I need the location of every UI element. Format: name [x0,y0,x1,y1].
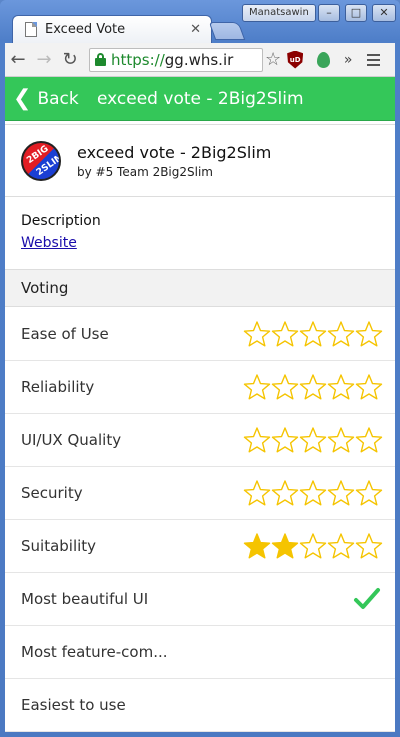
star-outline-icon[interactable] [327,320,355,348]
star-outline-icon[interactable] [299,373,327,401]
page-icon [25,22,37,37]
star-outline-icon[interactable] [355,320,383,348]
team-logo: 2BIG 2SLIM [21,140,61,181]
project-team: by #5 Team 2Big2Slim [77,164,213,179]
checkmark-icon [354,588,380,609]
tab-title: Exceed Vote [45,22,126,37]
url-text: https://gg.whs.ir [111,50,234,69]
star-outline-icon[interactable] [271,426,299,454]
star-rating [243,532,383,560]
description-block: Description Website [5,197,395,270]
description-label: Description [21,213,101,229]
project-name: exceed vote - 2Big2Slim [77,142,272,162]
browser-toolbar: ← → ↻ https://gg.whs.ir ☆ uD » [5,43,395,77]
star-filled-icon[interactable] [271,532,299,560]
criteria-row[interactable]: Easiest to use [5,679,395,732]
extensions-overflow-icon[interactable]: » [337,52,359,68]
tab-close-icon[interactable]: ✕ [190,22,201,37]
forward-arrow-icon[interactable]: → [31,49,57,70]
criteria-row[interactable]: Most beautiful UI [5,573,395,626]
criteria-row: Suitability [5,520,395,573]
ublock-icon[interactable]: uD [281,50,309,69]
maximize-button[interactable]: □ [345,4,367,22]
criteria-label: Most feature-com... [21,643,168,661]
reload-icon[interactable]: ↻ [57,49,83,70]
star-outline-icon[interactable] [271,320,299,348]
star-rating [243,320,383,348]
chevron-left-icon: ❮ [13,85,32,111]
browser-window: Exceed Vote ✕ Manatsawin – □ ✕ ← → ↻ htt… [0,0,400,737]
star-outline-icon[interactable] [327,479,355,507]
website-link[interactable]: Website [21,235,77,251]
star-rating [243,426,383,454]
criteria-row: Reliability [5,361,395,414]
star-outline-icon[interactable] [355,479,383,507]
page-viewport: ❮ Back exceed vote - 2Big2Slim 2BIG 2SLI… [5,77,395,732]
criteria-row: Security [5,467,395,520]
star-outline-icon[interactable] [243,373,271,401]
menu-icon[interactable] [359,53,387,66]
star-rating [243,373,383,401]
app-header: ❮ Back exceed vote - 2Big2Slim [5,77,395,121]
browser-tab[interactable]: Exceed Vote ✕ [12,15,212,43]
star-outline-icon[interactable] [243,479,271,507]
star-outline-icon[interactable] [299,426,327,454]
star-outline-icon[interactable] [327,426,355,454]
star-outline-icon[interactable] [271,373,299,401]
star-outline-icon[interactable] [327,373,355,401]
criteria-row[interactable]: Most feature-com... [5,626,395,679]
criteria-label: Reliability [21,378,95,396]
bookmark-star-icon[interactable]: ☆ [265,49,281,70]
new-tab-button[interactable] [208,22,246,40]
star-outline-icon[interactable] [271,479,299,507]
star-outline-icon[interactable] [355,532,383,560]
star-outline-icon[interactable] [243,320,271,348]
star-outline-icon[interactable] [299,320,327,348]
star-rating [243,479,383,507]
star-outline-icon[interactable] [355,373,383,401]
criteria-label: Easiest to use [21,696,126,714]
criteria-label: Ease of Use [21,325,109,343]
star-filled-icon[interactable] [243,532,271,560]
criteria-label: Suitability [21,537,97,555]
minimize-button[interactable]: – [318,4,340,22]
criteria-label: Most beautiful UI [21,590,149,608]
criteria-row: Ease of Use [5,308,395,361]
lock-icon [95,53,106,66]
star-outline-icon[interactable] [299,532,327,560]
star-outline-icon[interactable] [327,532,355,560]
project-header: 2BIG 2SLIM exceed vote - 2Big2Slim by #5… [5,124,395,197]
star-outline-icon[interactable] [355,426,383,454]
evernote-leaf-icon[interactable] [309,51,337,68]
back-button[interactable]: ❮ Back [5,85,87,111]
voting-section-header: Voting [5,270,395,307]
criteria-label: Security [21,484,83,502]
page-title: exceed vote - 2Big2Slim [97,88,304,109]
star-outline-icon[interactable] [299,479,327,507]
criteria-row: UI/UX Quality [5,414,395,467]
star-outline-icon[interactable] [243,426,271,454]
close-window-button[interactable]: ✕ [372,4,396,22]
address-bar[interactable]: https://gg.whs.ir [89,47,263,72]
back-label: Back [37,88,79,109]
profile-button[interactable]: Manatsawin [242,4,316,22]
criteria-label: UI/UX Quality [21,431,122,449]
back-arrow-icon[interactable]: ← [5,49,31,70]
